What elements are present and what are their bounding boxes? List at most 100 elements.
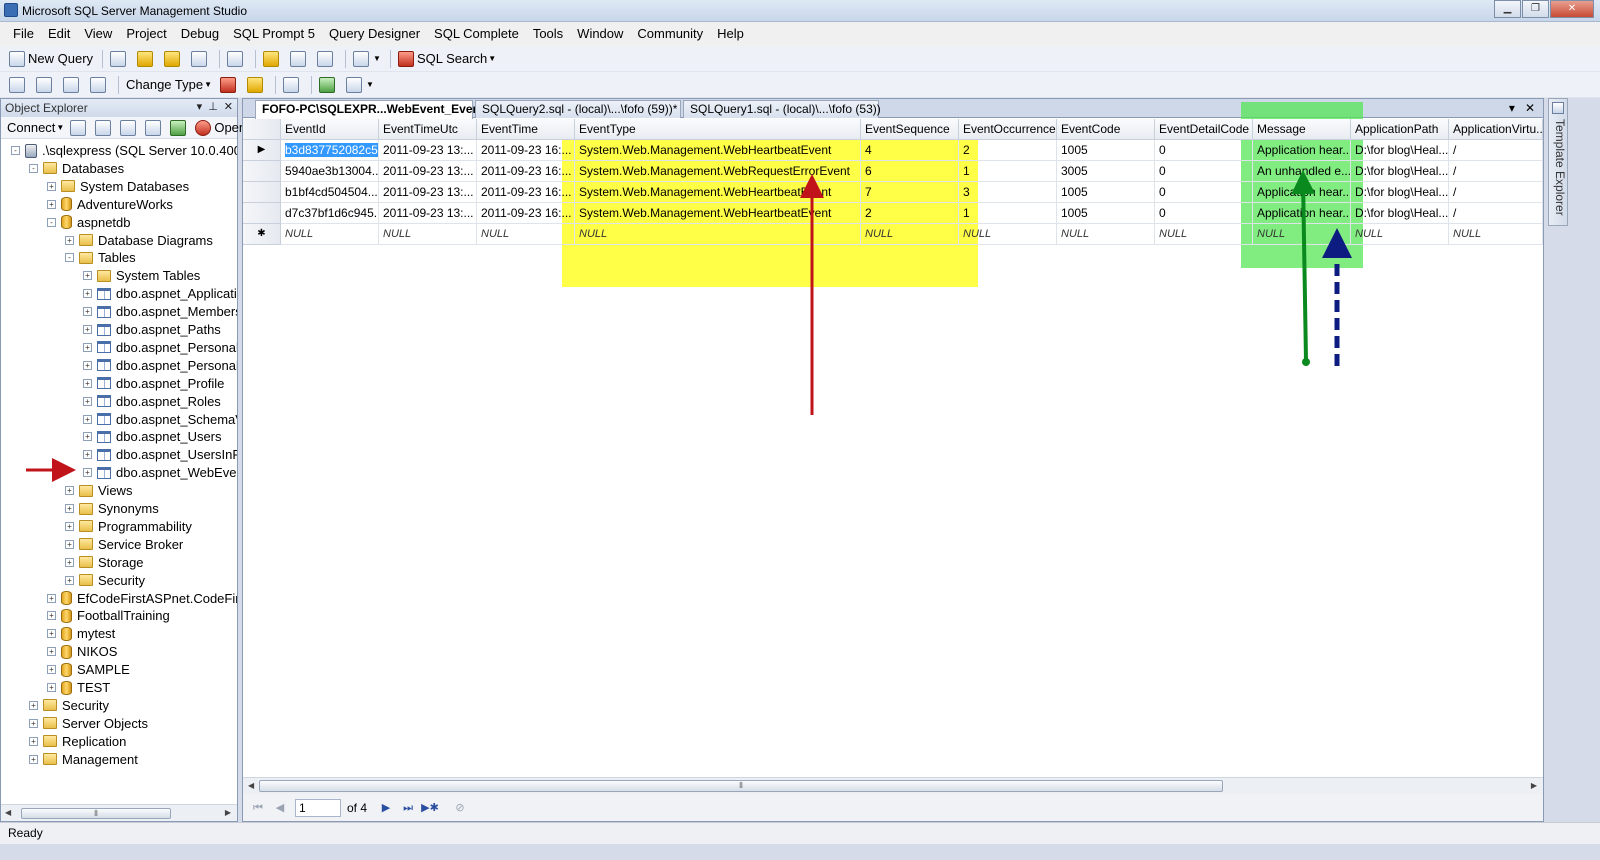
save-all-button[interactable] (314, 49, 339, 69)
menu-help[interactable]: Help (710, 24, 751, 44)
expand-icon[interactable]: + (47, 593, 56, 603)
grid-cell[interactable]: System.Web.Management.WebHeartbeatEvent (575, 182, 861, 203)
tree-node[interactable]: + dbo.aspnet_SchemaVersions (83, 411, 237, 428)
grid-cell[interactable]: 1 (959, 203, 1057, 224)
column-header[interactable]: EventTimeUtc (379, 119, 477, 140)
grid-cell[interactable]: 0 (1155, 140, 1253, 161)
grid-cell[interactable]: System.Web.Management.WebRequestErrorEve… (575, 161, 861, 182)
tree-node[interactable]: + Security (29, 697, 109, 714)
menu-project[interactable]: Project (119, 24, 173, 44)
expand-icon[interactable]: + (47, 683, 56, 692)
show-criteria-pane-button[interactable] (33, 75, 58, 95)
scroll-thumb[interactable]: ⦀ (21, 808, 171, 819)
tab-query[interactable]: SQLQuery1.sql - (local)\...\fofo (53)) (683, 100, 881, 118)
tree-node[interactable]: + Replication (29, 733, 126, 750)
grid-cell[interactable]: 0 (1155, 182, 1253, 203)
expand-icon[interactable]: + (47, 199, 56, 209)
tree-node[interactable]: + Service Broker (65, 536, 183, 553)
tree-node[interactable]: + Server Objects (29, 715, 148, 732)
grid-cell[interactable]: 7 (861, 182, 959, 203)
column-header[interactable]: ApplicationPath (1351, 119, 1449, 140)
grid-cell[interactable]: System.Web.Management.WebHeartbeatEvent (575, 203, 861, 224)
grid-cell[interactable]: D:\for blog\Heal... (1351, 203, 1449, 224)
grid-cell[interactable]: 4 (861, 140, 959, 161)
refresh-button[interactable] (170, 119, 189, 136)
grid-cell[interactable]: Application hear... (1253, 203, 1351, 224)
cancel-icon[interactable]: ⊘ (451, 799, 469, 817)
connect-object-explorer-button[interactable] (70, 119, 89, 136)
show-diagram-pane-button[interactable] (6, 75, 31, 95)
expand-icon[interactable]: + (83, 450, 92, 460)
column-header[interactable]: EventOccurrence (959, 119, 1057, 140)
grid-cell[interactable]: / (1449, 161, 1543, 182)
column-header[interactable]: EventCode (1057, 119, 1155, 140)
grid-cell[interactable]: 2011-09-23 13:... (379, 161, 477, 182)
tree-node[interactable]: + dbo.aspnet_PersonalizationAllUsers (83, 339, 237, 356)
stop-button[interactable] (120, 119, 139, 136)
open-file-button[interactable] (260, 49, 285, 69)
tree-node[interactable]: - Tables (65, 249, 136, 266)
column-header[interactable]: EventDetailCode (1155, 119, 1253, 140)
minimize-button[interactable]: ▁ (1494, 0, 1521, 18)
tree-node[interactable]: + FootballTraining (47, 607, 170, 624)
grid-cell[interactable]: 2011-09-23 13:... (379, 182, 477, 203)
tree-node[interactable]: - aspnetdb (47, 214, 131, 231)
row-selector[interactable]: ✱ (243, 224, 281, 245)
scroll-right-icon[interactable]: ▶ (225, 808, 231, 817)
tree-node[interactable]: + Views (65, 482, 132, 499)
disconnect-button[interactable] (95, 119, 114, 136)
expand-icon[interactable]: + (29, 700, 38, 710)
previous-record-icon[interactable]: ◀ (271, 799, 289, 817)
grid-cell[interactable]: Application hear... (1253, 182, 1351, 203)
tree-node[interactable]: + dbo.aspnet_UsersInRoles (83, 446, 237, 463)
menu-edit[interactable]: Edit (41, 24, 77, 44)
expand-icon[interactable]: + (65, 486, 74, 496)
grid-cell[interactable]: D:\for blog\Heal... (1351, 161, 1449, 182)
grid-cell[interactable]: NULL (1057, 224, 1155, 245)
expand-icon[interactable]: + (83, 396, 92, 406)
collapse-icon[interactable]: - (29, 163, 38, 173)
expand-icon[interactable]: + (65, 539, 74, 549)
expand-icon[interactable]: + (65, 521, 74, 531)
template-explorer-tab[interactable]: Template Explorer (1548, 98, 1568, 226)
grid-cell[interactable]: b3d837752082c558 (281, 140, 379, 161)
tree-node[interactable]: + dbo.aspnet_Profile (83, 375, 224, 392)
tree-node[interactable]: + dbo.aspnet_PersonalizationPerUser (83, 357, 237, 374)
expand-icon[interactable]: + (83, 378, 92, 388)
expand-icon[interactable]: + (47, 629, 56, 639)
grid-cell[interactable]: / (1449, 203, 1543, 224)
verify-sql-button[interactable] (244, 75, 269, 95)
grid-cell[interactable]: 0 (1155, 203, 1253, 224)
tree-node[interactable]: + dbo.aspnet_WebEvent_Events (83, 464, 237, 481)
tree-node[interactable]: + AdventureWorks (47, 196, 173, 213)
next-record-icon[interactable]: ▶ (377, 799, 395, 817)
grid-cell[interactable]: 0 (1155, 161, 1253, 182)
tree-node[interactable]: + dbo.aspnet_Membership (83, 303, 237, 320)
expand-icon[interactable]: + (65, 575, 74, 585)
expand-icon[interactable]: + (65, 235, 74, 245)
new-record-icon[interactable]: ▶✱ (421, 799, 439, 817)
expand-icon[interactable]: + (83, 325, 92, 334)
collapse-icon[interactable]: - (47, 217, 56, 227)
grid-cell[interactable]: NULL (1253, 224, 1351, 245)
column-header[interactable]: EventType (575, 119, 861, 140)
execute-sql-button[interactable] (217, 75, 242, 95)
expand-icon[interactable]: + (29, 754, 38, 764)
tree-node[interactable]: - Databases (29, 160, 124, 177)
grid-cell[interactable]: 2 (861, 203, 959, 224)
grid-cell[interactable]: 5940ae3b13004... (281, 161, 379, 182)
menu-sql-prompt-5[interactable]: SQL Prompt 5 (226, 24, 322, 44)
grid-cell[interactable]: System.Web.Management.WebHeartbeatEvent (575, 140, 861, 161)
expand-icon[interactable]: + (65, 557, 74, 567)
tree-node[interactable]: + dbo.aspnet_Applications (83, 285, 237, 302)
menu-tools[interactable]: Tools (526, 24, 570, 44)
grid-cell[interactable]: 1 (959, 161, 1057, 182)
expand-icon[interactable]: + (29, 736, 38, 746)
row-selector[interactable] (243, 182, 281, 203)
menu-query-designer[interactable]: Query Designer (322, 24, 427, 44)
pin-icon[interactable]: ⊥ (208, 100, 218, 113)
tree-node[interactable]: + Storage (65, 554, 144, 571)
grid-cell[interactable]: NULL (861, 224, 959, 245)
grid-hscrollbar[interactable]: ◀ ⦀ ▶ (243, 777, 1543, 794)
tree-node[interactable]: - .\sqlexpress (SQL Server 10.0.4000 - fo… (11, 142, 237, 159)
